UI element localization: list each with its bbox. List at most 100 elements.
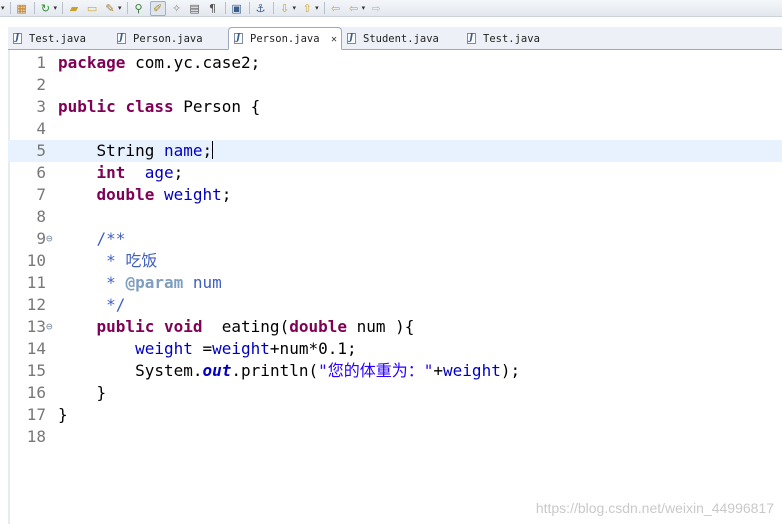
console-icon[interactable]: ▣ [230,2,244,15]
line-number: 16 [26,383,46,402]
line-number: 4 [36,119,46,138]
code-token: */ [58,295,126,314]
code-text: public class Person { [58,96,260,118]
close-icon[interactable]: ✕ [331,34,337,45]
code-line[interactable]: 7 double weight; [8,184,782,206]
chevron-down-icon[interactable]: ▾ [362,4,366,12]
code-line[interactable]: 9 ⊖ /** [8,228,782,250]
tab-label: Person.java [250,32,320,45]
code-token: num ){ [347,317,415,336]
code-line[interactable]: 13 ⊖ public void eating(double num ){ [8,316,782,338]
chevron-down-icon[interactable]: ▾ [54,4,58,12]
chevron-down-icon[interactable]: ▾ [315,4,319,12]
code-text: System.out.println("您的体重为："+weight); [58,360,520,382]
code-token: class [125,97,174,116]
code-token: * [58,273,126,292]
code-line[interactable]: 14 weight =weight+num*0.1; [8,338,782,360]
code-line[interactable]: 1 package com.yc.case2; [8,52,782,74]
last-edit-icon[interactable]: ⇦ [329,2,343,15]
java-file-icon: J [467,32,477,45]
fold-toggle-icon[interactable]: ⊖ [46,316,53,338]
code-line[interactable]: 6 int age; [8,162,782,184]
toolbar-separator [62,2,64,14]
code-token: int [96,163,126,182]
code-line[interactable]: 17} [8,404,782,426]
line-number: 7 [36,185,46,204]
code-token: out [202,361,232,380]
line-number: 3 [36,97,46,116]
next-annotation-icon[interactable]: ⇩ [278,2,292,15]
code-token: System. [58,361,203,380]
code-token: .println( [231,361,319,380]
code-token: weight [163,185,222,204]
code-token: package [58,53,126,72]
tab-person-java-active[interactable]: J Person.java ✕ [228,27,342,50]
wand-icon[interactable]: ✧ [170,2,184,15]
code-text: * 吃饭 [58,250,157,272]
toggle-block-icon[interactable]: ▤ [188,2,202,15]
forward-icon[interactable]: ⇨ [369,2,383,15]
code-text: int age; [58,162,184,184]
code-token: String [58,141,164,160]
code-line[interactable]: 2 [8,74,782,96]
tab-test-java-2[interactable]: J Test.java [462,28,566,49]
code-line[interactable]: 3 public class Person { [8,96,782,118]
code-token: + [433,361,444,380]
code-text: } [58,382,107,404]
code-token: com.yc.case2; [125,53,261,72]
code-text: * @param num [58,272,222,294]
java-file-icon: J [13,32,23,45]
code-line[interactable]: 11 * @param num [8,272,782,294]
code-token: } [58,405,68,424]
code-token: ; [173,163,184,182]
open-type-icon[interactable]: ▰ [67,2,81,15]
code-token: * 吃饭 [58,251,158,270]
code-line[interactable]: 15 System.out.println("您的体重为："+weight); [8,360,782,382]
code-line[interactable]: 18 [8,426,782,448]
code-token: num [183,273,222,292]
code-line[interactable]: 5 String name; [8,140,782,162]
main-toolbar: ▾ ▦ ↻ ▾ ▰ ▭ ✎ ▾ ⚲ ✐ ✧ ▤ ¶ ▣ ⚓ ⇩ ▾ ⇧ ▾ ⇦ … [0,0,782,17]
code-text: */ [58,294,125,316]
fold-toggle-icon[interactable]: ⊖ [46,228,53,250]
back-icon[interactable]: ⇦ [347,2,361,15]
tab-person-java[interactable]: J Person.java [112,28,228,49]
code-token: Person { [173,97,261,116]
text-caret [212,141,214,159]
line-number: 12 [26,295,46,314]
code-line[interactable]: 8 [8,206,782,228]
line-number: 18 [26,427,46,446]
chevron-down-icon[interactable]: ▾ [293,4,297,12]
code-line[interactable]: 16 } [8,382,782,404]
code-line[interactable]: 12 */ [8,294,782,316]
code-token: weight [443,361,501,380]
code-line[interactable]: 10 * 吃饭 [8,250,782,272]
tab-label: Student.java [363,32,439,45]
code-token: eating( [202,317,290,336]
prev-annotation-icon[interactable]: ⇧ [300,2,314,15]
tab-label: Test.java [29,32,86,45]
chevron-down-icon[interactable]: ▾ [1,4,5,12]
toolbar-separator [126,2,128,14]
chevron-down-icon[interactable]: ▾ [118,4,122,12]
java-file-icon: J [117,32,127,45]
code-token: +num*0.1; [269,339,357,358]
code-text: /** [58,228,126,250]
tab-student-java[interactable]: J Student.java [342,28,462,49]
pen-icon[interactable]: ✐ [149,0,166,16]
run-icon[interactable]: ↻ [39,2,53,15]
line-number: 15 [26,361,46,380]
line-number: 13 [26,317,46,336]
code-editor[interactable]: 1 package com.yc.case2; 2 3 public class Per… [8,50,782,524]
tab-test-java[interactable]: J Test.java [8,28,112,49]
debug-icon[interactable]: ⚲ [132,2,146,15]
show-whitespace-icon[interactable]: ¶ [206,2,220,15]
open-folder-icon[interactable]: ▭ [85,2,99,15]
pin-icon[interactable]: ⚓ [254,2,268,15]
search-icon[interactable]: ✎ [103,2,117,15]
code-line[interactable]: 4 [8,118,782,140]
new-package-icon[interactable]: ▦ [15,2,29,15]
